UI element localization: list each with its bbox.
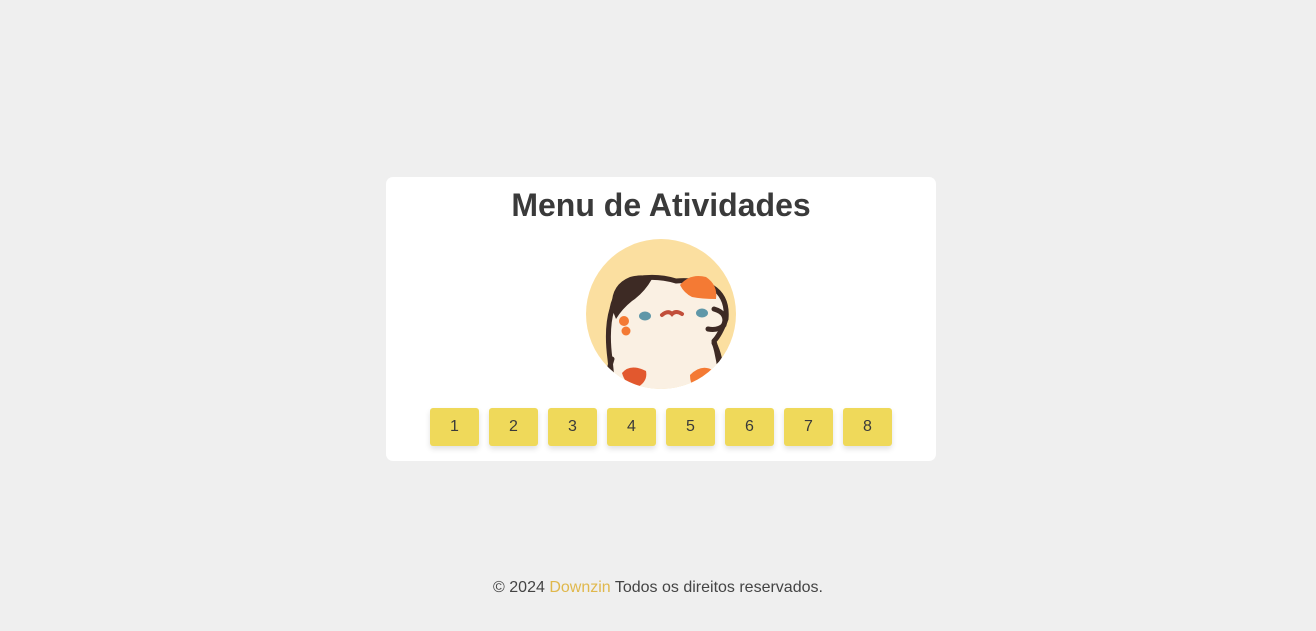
activity-button-4[interactable]: 4 <box>607 408 656 446</box>
hamster-avatar-icon <box>586 239 736 389</box>
activity-button-7[interactable]: 7 <box>784 408 833 446</box>
footer-rights-text: Todos os direitos reservados. <box>614 579 823 596</box>
activity-button-2[interactable]: 2 <box>489 408 538 446</box>
activity-buttons: 1 2 3 4 5 6 7 8 <box>430 408 892 446</box>
activity-button-5[interactable]: 5 <box>666 408 715 446</box>
activity-button-1[interactable]: 1 <box>430 408 479 446</box>
page-title: Menu de Atividades <box>511 187 811 223</box>
page: Menu de Atividades 1 2 3 4 5 6 7 8 © 202… <box>0 0 1316 631</box>
footer-copyright: © 2024 <box>493 579 545 596</box>
footer-brand-link[interactable]: Downzin <box>549 579 610 596</box>
activity-button-3[interactable]: 3 <box>548 408 597 446</box>
footer: © 2024 Downzin Todos os direitos reserva… <box>0 578 1316 598</box>
activity-button-8[interactable]: 8 <box>843 408 892 446</box>
activities-card: Menu de Atividades 1 2 3 4 5 6 7 8 <box>386 177 936 461</box>
activity-button-6[interactable]: 6 <box>725 408 774 446</box>
